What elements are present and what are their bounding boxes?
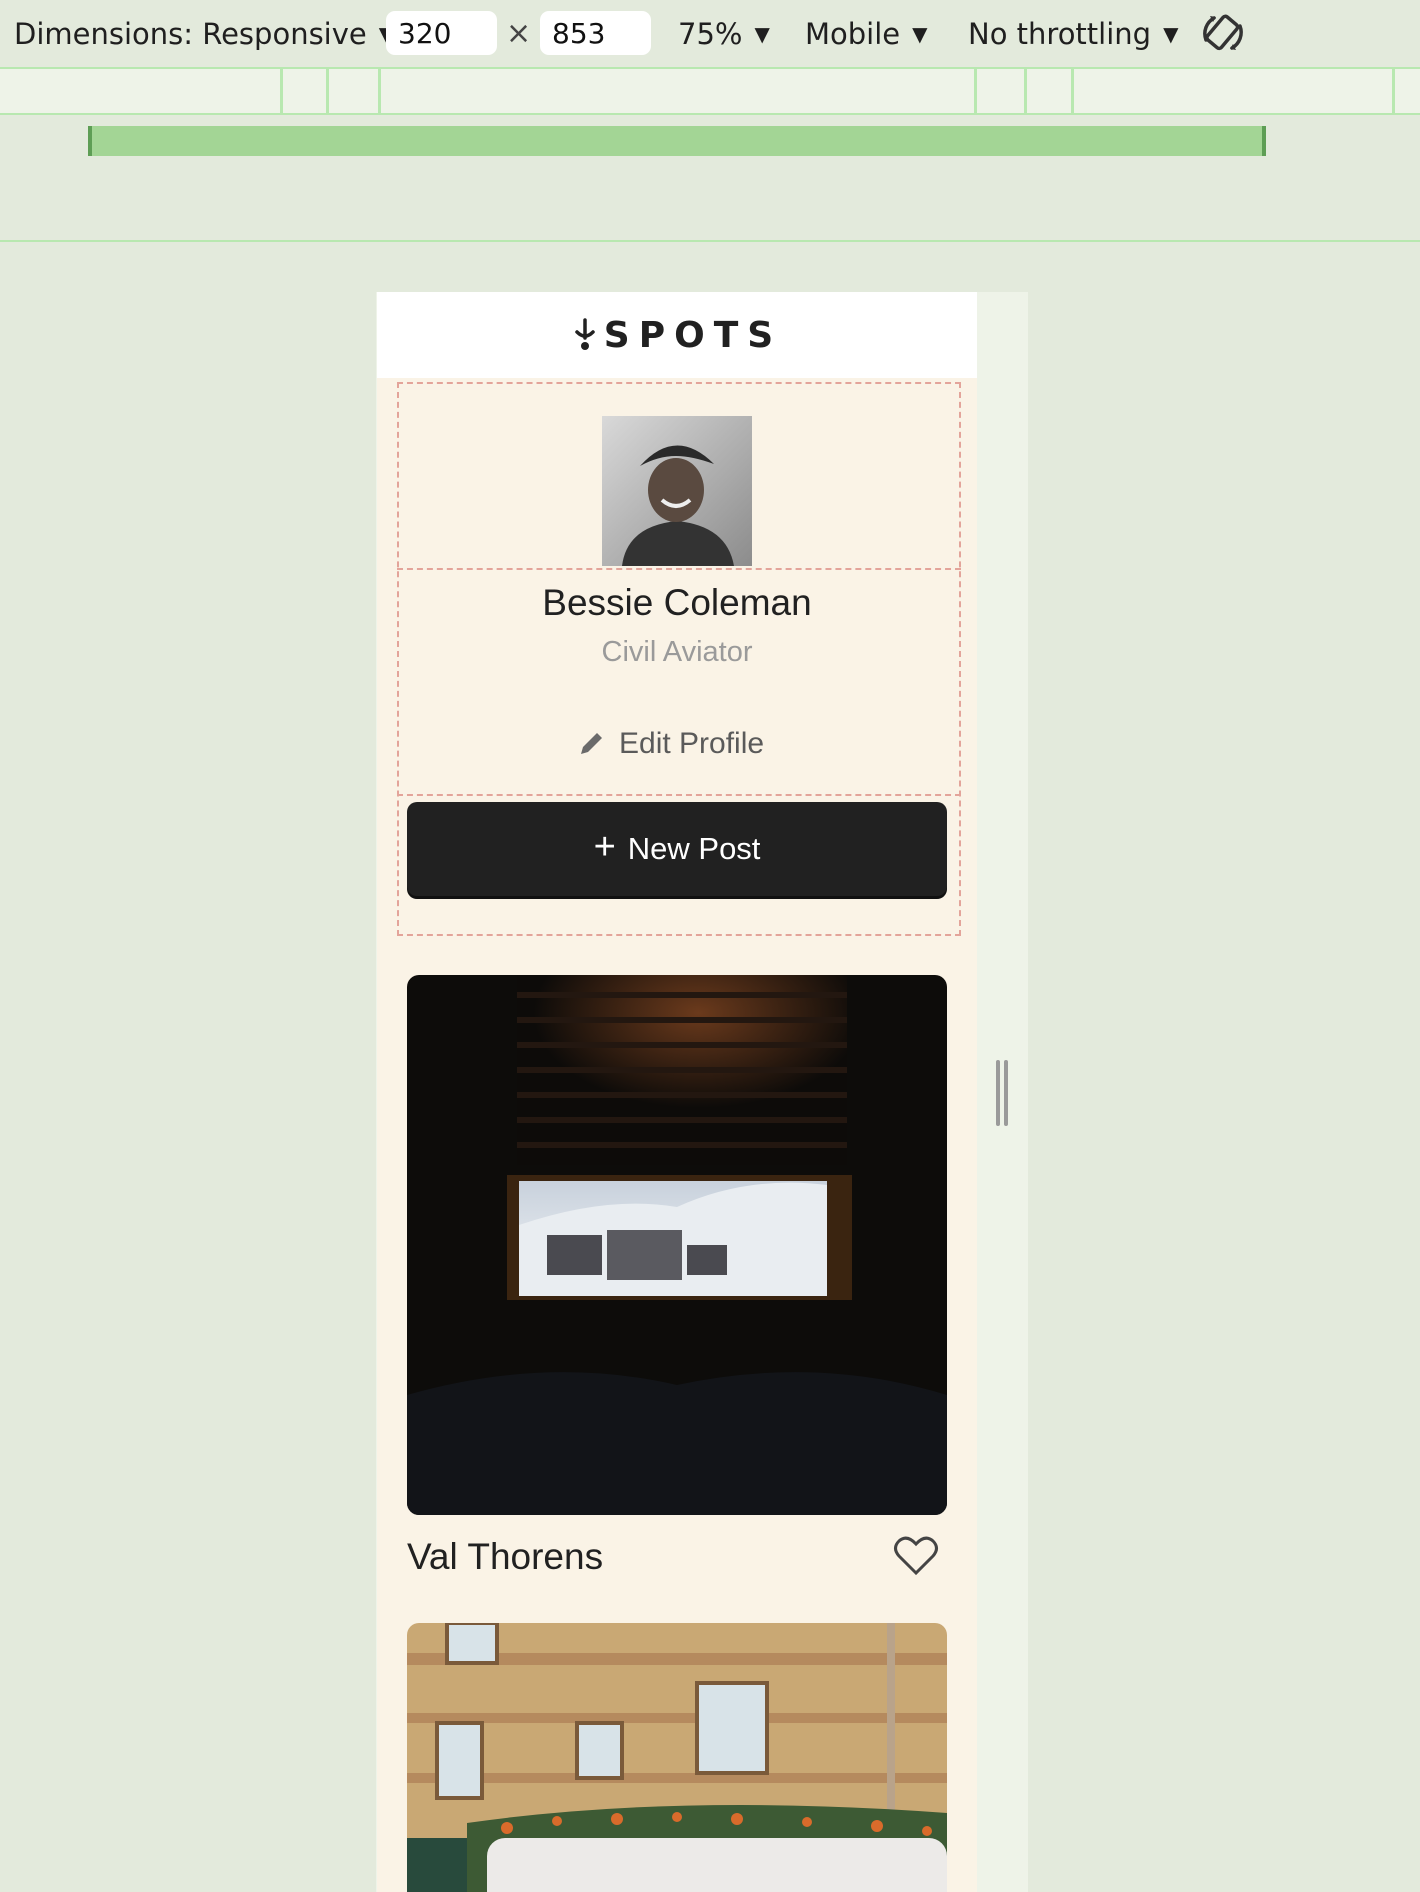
edit-profile-label: Edit Profile [619, 727, 765, 760]
zoom-dropdown[interactable]: 75% ▼ [678, 0, 770, 68]
profile-name: Bessie Coleman [542, 582, 812, 623]
device-type-label: Mobile [805, 17, 901, 51]
divider [0, 240, 1420, 242]
profile-role: Civil Aviator [601, 636, 753, 668]
caret-down-icon: ▼ [1163, 22, 1179, 46]
height-input[interactable] [540, 11, 651, 55]
avatar [602, 416, 752, 566]
new-post-label: New Post [627, 831, 761, 866]
throttling-label: No throttling [968, 17, 1152, 51]
media-query-marker[interactable] [1024, 69, 1027, 113]
width-input[interactable] [386, 11, 497, 55]
device-type-dropdown[interactable]: Mobile ▼ [805, 0, 928, 68]
logo-text: SPOTS [603, 314, 783, 356]
plus-icon: + [593, 825, 616, 868]
new-post-button[interactable]: + New Post [407, 802, 947, 896]
devtools-toolbar: Dimensions: Responsive ▼ × 75% ▼ Mobile … [0, 0, 1420, 68]
device-viewport: SPOTS Bessie Coleman Civil Aviator Edit … [377, 292, 977, 1892]
resize-handle[interactable] [994, 1060, 1010, 1126]
dimensions-label: Dimensions: Responsive [14, 17, 367, 51]
media-query-marker[interactable] [326, 69, 329, 113]
logo-icon [575, 318, 595, 350]
edit-profile-button[interactable]: Edit Profile [577, 722, 764, 766]
times-symbol: × [506, 16, 532, 51]
media-query-marker[interactable] [1392, 69, 1395, 113]
media-query-marker[interactable] [1071, 69, 1074, 113]
throttling-dropdown[interactable]: No throttling ▼ [968, 0, 1178, 68]
card-image[interactable] [407, 1623, 947, 1892]
media-query-marker[interactable] [280, 69, 283, 113]
caret-down-icon: ▼ [754, 22, 770, 46]
caret-down-icon: ▼ [912, 22, 928, 46]
zoom-label: 75% [678, 17, 743, 51]
card-image[interactable] [407, 975, 947, 1515]
viewport-ruler[interactable] [88, 126, 1266, 156]
site-header: SPOTS [377, 292, 977, 378]
media-query-marker[interactable] [378, 69, 381, 113]
pencil-icon [581, 733, 602, 754]
media-query-bar [0, 67, 1420, 115]
card-title: Val Thorens [407, 1536, 604, 1577]
media-query-marker[interactable] [974, 69, 977, 113]
dimensions-dropdown[interactable]: Dimensions: Responsive ▼ [14, 0, 394, 68]
heart-icon[interactable] [893, 1534, 939, 1576]
rotate-icon[interactable] [1200, 10, 1246, 56]
